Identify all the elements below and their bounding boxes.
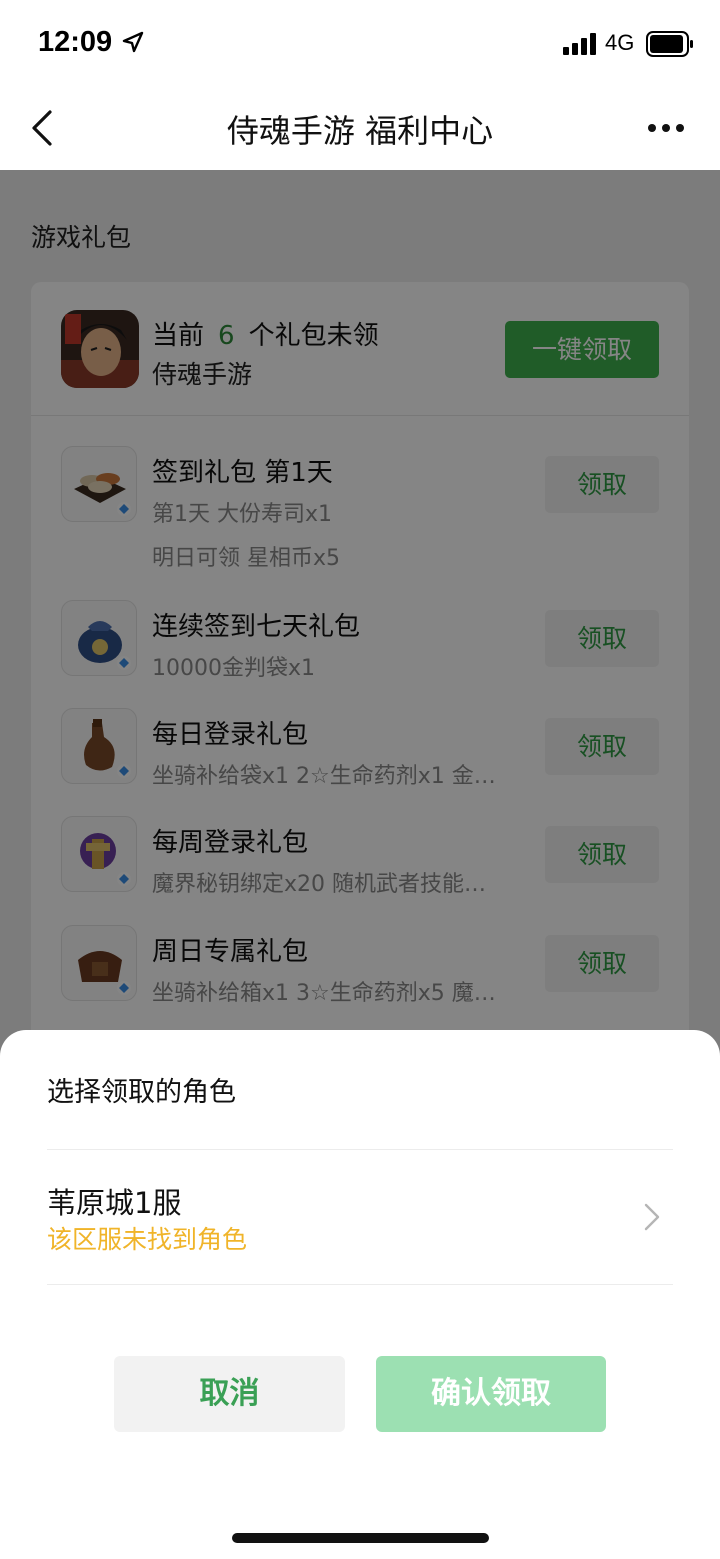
server-name: 苇原城1服 [47, 1186, 182, 1220]
status-bar: 12:09 4G [0, 0, 720, 88]
home-indicator [232, 1533, 489, 1543]
divider [47, 1284, 673, 1285]
battery-icon [646, 31, 693, 57]
nav-bar: 侍魂手游 福利中心 [0, 88, 720, 170]
sheet-title: 选择领取的角色 [47, 1077, 236, 1108]
chevron-right-icon [644, 1203, 660, 1231]
confirm-claim-button[interactable]: 确认领取 [376, 1356, 606, 1432]
role-status: 该区服未找到角色 [47, 1225, 248, 1254]
server-role-row[interactable]: 苇原城1服 该区服未找到角色 [0, 1150, 720, 1284]
back-chevron-icon[interactable] [28, 108, 56, 148]
signal-icon [563, 33, 596, 55]
more-icon[interactable] [646, 118, 686, 138]
cancel-button[interactable]: 取消 [114, 1356, 345, 1432]
role-select-sheet: 选择领取的角色 苇原城1服 该区服未找到角色 取消 确认领取 [0, 1030, 720, 1559]
location-arrow-icon [122, 31, 144, 53]
status-time: 12:09 [38, 26, 113, 58]
page-title: 侍魂手游 福利中心 [226, 112, 494, 150]
network-type: 4G [605, 30, 635, 55]
